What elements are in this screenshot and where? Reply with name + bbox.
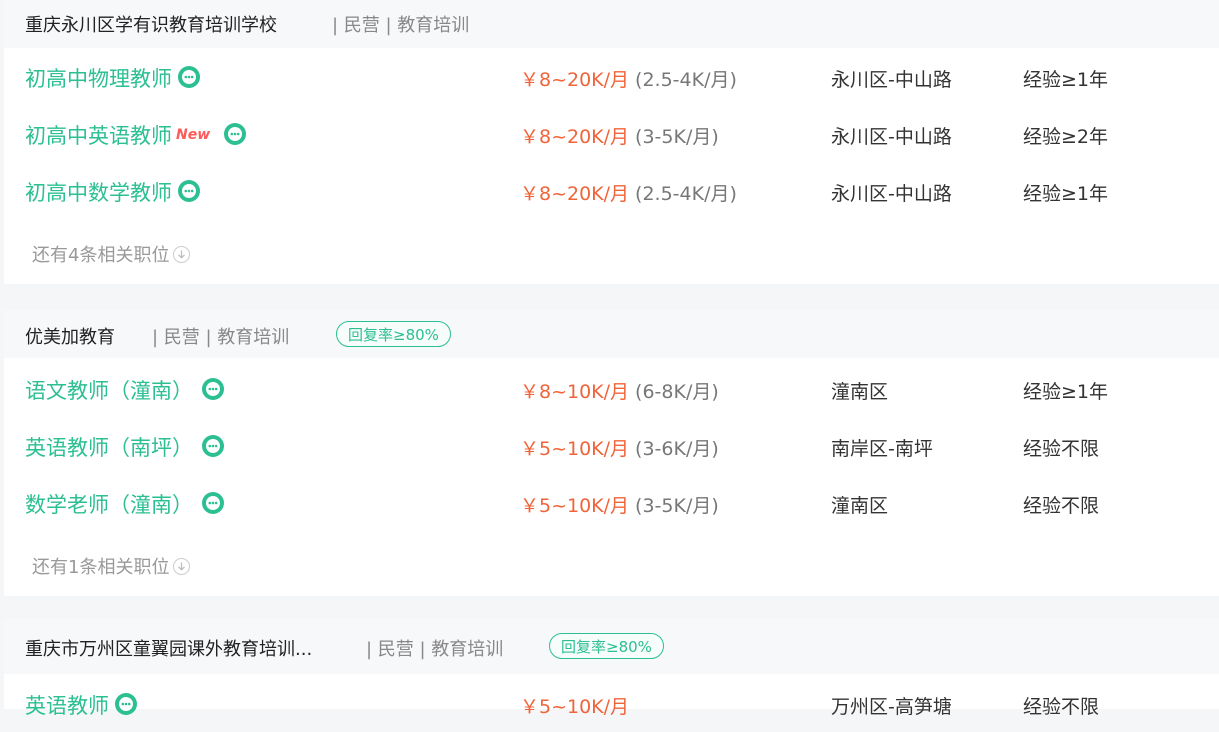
job-row[interactable]: 数学老师（潼南） ￥5~10K/月 (3-5K/月) 潼南区 经验不限 — [4, 481, 1219, 531]
salary-range-sub: (3-5K/月) — [635, 495, 719, 517]
job-title[interactable]: 数学老师（潼南） — [25, 489, 224, 519]
company-header: 重庆市万州区童翼园课外教育培训... | 民营 | 教育培训 回复率≥80% — [4, 618, 1219, 674]
salary: ￥5~10K/月 (3-5K/月) — [520, 495, 719, 517]
salary-range-sub: (3-6K/月) — [635, 438, 719, 460]
chat-bubble-icon[interactable] — [224, 123, 247, 145]
salary-range-sub: (3-5K/月) — [635, 126, 719, 148]
job-location: 潼南区 — [831, 495, 889, 517]
company-tags: | 民营 | 教育培训 — [366, 639, 504, 660]
reply-rate-badge: 回复率≥80% — [549, 633, 664, 659]
chat-bubble-icon[interactable] — [178, 66, 200, 88]
job-experience: 经验≥1年 — [1023, 381, 1109, 403]
arrow-down-icon — [173, 557, 191, 575]
job-location: 万州区-高笋塘 — [831, 696, 952, 718]
job-experience: 经验不限 — [1023, 696, 1100, 718]
job-experience: 经验≥2年 — [1023, 126, 1109, 148]
salary-range-sub: (6-8K/月) — [635, 381, 719, 403]
company-name[interactable]: 重庆市万州区童翼园课外教育培训... — [25, 635, 312, 661]
arrow-down-icon — [173, 245, 191, 263]
salary-range-sub: (2.5-4K/月) — [635, 183, 737, 205]
salary: ￥5~10K/月 (3-6K/月) — [520, 438, 719, 460]
salary-range-sub: (2.5-4K/月) — [635, 69, 737, 91]
chat-bubble-icon[interactable] — [202, 435, 224, 457]
job-location: 永川区-中山路 — [831, 183, 952, 205]
company-card: 优美加教育 | 民营 | 教育培训 回复率≥80% 语文教师（潼南） ￥8~10… — [4, 310, 1219, 596]
chat-bubble-icon[interactable] — [202, 492, 224, 514]
company-card: 重庆市万州区童翼园课外教育培训... | 民营 | 教育培训 回复率≥80% 英… — [4, 618, 1219, 718]
job-title[interactable]: 英语教师（南坪） — [25, 432, 224, 462]
company-header: 重庆永川区学有识教育培训学校 | 民营 | 教育培训 — [4, 0, 1219, 48]
chat-bubble-icon[interactable] — [202, 378, 224, 400]
salary: ￥5~10K/月 — [520, 696, 630, 718]
company-name[interactable]: 优美加教育 — [25, 323, 115, 349]
job-title[interactable]: 语文教师（潼南） — [25, 375, 224, 405]
company-tags: | 民营 | 教育培训 — [152, 327, 290, 348]
job-title[interactable]: 初高中物理教师 — [25, 63, 200, 93]
company-card: 重庆永川区学有识教育培训学校 | 民营 | 教育培训 初高中物理教师 ￥8~20… — [4, 0, 1219, 284]
job-location: 永川区-中山路 — [831, 69, 952, 91]
company-name[interactable]: 重庆永川区学有识教育培训学校 — [25, 11, 277, 37]
chat-bubble-icon[interactable] — [115, 693, 137, 715]
job-experience: 经验不限 — [1023, 495, 1100, 517]
job-row[interactable]: 初高中数学教师 ￥8~20K/月 (2.5-4K/月) 永川区-中山路 经验≥1年 — [4, 169, 1219, 219]
job-row[interactable]: 语文教师（潼南） ￥8~10K/月 (6-8K/月) 潼南区 经验≥1年 — [4, 367, 1219, 417]
job-experience: 经验≥1年 — [1023, 69, 1109, 91]
job-row[interactable]: 初高中英语教师 New ￥8~20K/月 (3-5K/月) 永川区-中山路 经验≥2… — [4, 112, 1219, 162]
salary: ￥8~10K/月 (6-8K/月) — [520, 381, 719, 403]
salary: ￥8~20K/月 (3-5K/月) — [520, 126, 719, 148]
job-row[interactable]: 英语教师 ￥5~10K/月 万州区-高笋塘 经验不限 — [4, 682, 1219, 732]
new-tag: New — [176, 127, 211, 143]
company-header: 优美加教育 | 民营 | 教育培训 回复率≥80% — [4, 310, 1219, 358]
job-title[interactable]: 英语教师 — [25, 690, 137, 720]
more-jobs-link[interactable]: 还有4条相关职位 — [32, 241, 191, 267]
salary: ￥8~20K/月 (2.5-4K/月) — [520, 183, 737, 205]
job-location: 永川区-中山路 — [831, 126, 952, 148]
reply-rate-badge: 回复率≥80% — [336, 321, 451, 347]
job-title[interactable]: 初高中数学教师 — [25, 177, 200, 207]
chat-bubble-icon[interactable] — [178, 180, 200, 202]
job-row[interactable]: 初高中物理教师 ￥8~20K/月 (2.5-4K/月) 永川区-中山路 经验≥1年 — [4, 55, 1219, 105]
more-jobs-link[interactable]: 还有1条相关职位 — [32, 553, 191, 579]
job-row[interactable]: 英语教师（南坪） ￥5~10K/月 (3-6K/月) 南岸区-南坪 经验不限 — [4, 424, 1219, 474]
job-experience: 经验≥1年 — [1023, 183, 1109, 205]
job-location: 南岸区-南坪 — [831, 438, 933, 460]
company-tags: | 民营 | 教育培训 — [332, 15, 470, 36]
salary: ￥8~20K/月 (2.5-4K/月) — [520, 69, 737, 91]
job-title[interactable]: 初高中英语教师 New — [25, 120, 247, 150]
job-experience: 经验不限 — [1023, 438, 1100, 460]
job-location: 潼南区 — [831, 381, 889, 403]
